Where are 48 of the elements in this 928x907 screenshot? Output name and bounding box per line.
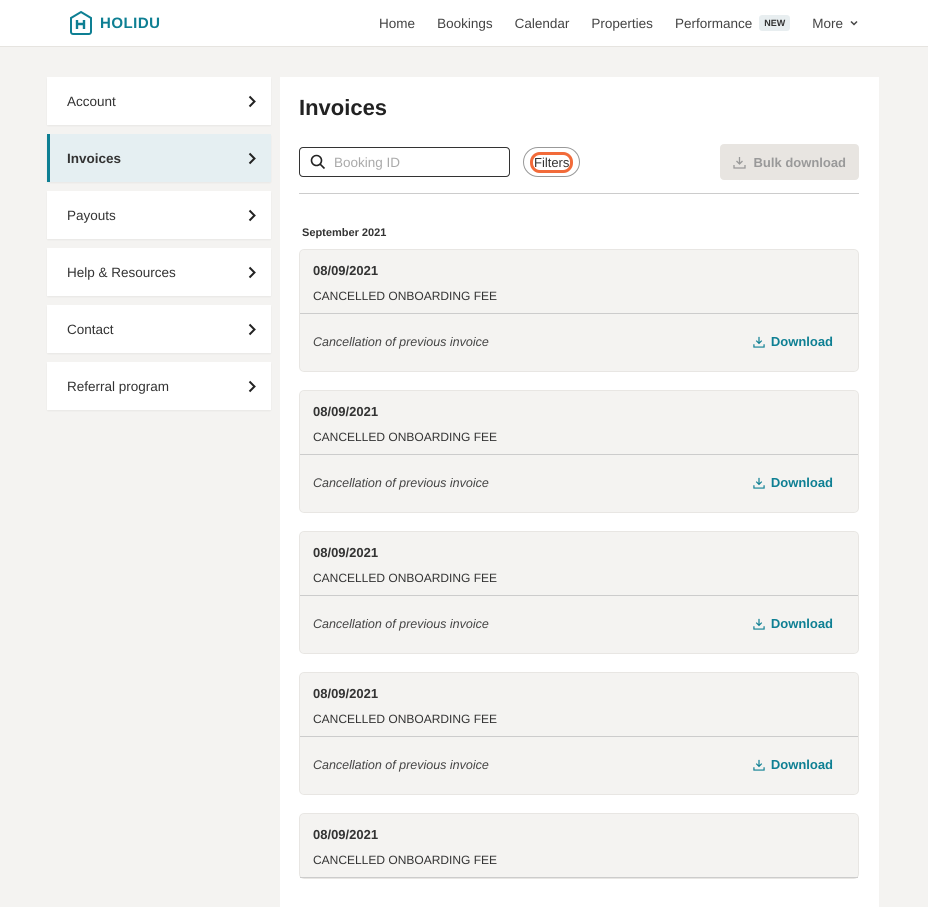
- download-link[interactable]: Download: [752, 334, 833, 349]
- house-logo-icon: [68, 10, 94, 36]
- new-badge: NEW: [759, 15, 790, 31]
- nav-link[interactable]: Performance NEW: [674, 15, 790, 31]
- download-link[interactable]: Download: [752, 616, 833, 631]
- nav-link[interactable]: Calendar: [514, 16, 570, 30]
- month-heading: September 2021: [302, 227, 388, 239]
- search-field[interactable]: Booking ID: [299, 147, 510, 177]
- invoice-note: Cancellation of previous invoice: [313, 758, 489, 772]
- download-icon: [752, 618, 765, 630]
- chevron-right-icon: [248, 322, 256, 336]
- invoice-title: CANCELLED ONBOARDING FEE: [313, 853, 498, 867]
- logo-text[interactable]: HOLIDU: [100, 14, 160, 32]
- nav-link[interactable]: Bookings: [437, 16, 493, 30]
- filters-button[interactable]: Filters: [523, 147, 580, 177]
- invoice-title: CANCELLED ONBOARDING FEE: [313, 712, 498, 726]
- invoice-title: CANCELLED ONBOARDING FEE: [313, 571, 498, 585]
- download-icon: [752, 476, 765, 488]
- download-icon: [752, 336, 765, 348]
- download-icon: [752, 758, 765, 770]
- nav-link[interactable]: Home: [379, 16, 416, 30]
- invoice-date: 08/09/2021: [313, 827, 380, 842]
- page-title: Invoices: [299, 95, 388, 121]
- sidebar-item[interactable]: Help & Resources: [47, 248, 271, 296]
- sidebar-item[interactable]: Invoices: [47, 134, 271, 182]
- invoice-title: CANCELLED ONBOARDING FEE: [313, 289, 498, 303]
- invoice-note: Cancellation of previous invoice: [313, 616, 489, 630]
- invoice-date: 08/09/2021: [313, 545, 380, 560]
- download-link[interactable]: Download: [752, 475, 833, 490]
- sidebar-item[interactable]: Account: [47, 77, 271, 125]
- sidebar-item[interactable]: Referral program: [47, 362, 271, 410]
- invoice-note: Cancellation of previous invoice: [313, 334, 489, 348]
- invoice-date: 08/09/2021: [313, 263, 380, 278]
- nav-link[interactable]: Properties: [591, 16, 653, 30]
- chevron-right-icon: [248, 94, 256, 108]
- invoice-date: 08/09/2021: [313, 686, 380, 701]
- download-link[interactable]: Download: [752, 757, 833, 772]
- download-icon: [732, 156, 746, 168]
- invoice-date: 08/09/2021: [313, 404, 380, 419]
- chevron-right-icon: [248, 380, 256, 392]
- invoice-title: CANCELLED ONBOARDING FEE: [313, 430, 498, 444]
- chevron-right-icon: [248, 152, 256, 164]
- chevron-right-icon: [248, 208, 256, 222]
- invoice-note: Cancellation of previous invoice: [313, 476, 489, 490]
- sidebar-item[interactable]: Contact: [47, 305, 271, 353]
- sidebar-item[interactable]: Payouts: [47, 191, 271, 239]
- chevron-right-icon: [248, 266, 256, 278]
- nav-link[interactable]: More: [812, 16, 858, 30]
